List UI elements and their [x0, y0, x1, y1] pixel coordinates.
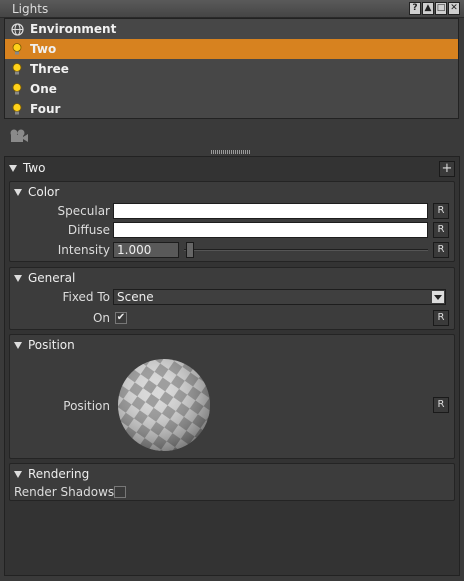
- diffuse-color-swatch[interactable]: [113, 222, 428, 238]
- intensity-input[interactable]: 1.000: [113, 242, 179, 258]
- intensity-slider-track[interactable]: [184, 249, 428, 251]
- expand-triangle-icon: [14, 470, 22, 478]
- section-title: General: [28, 271, 76, 285]
- diffuse-reset-button[interactable]: R: [433, 222, 449, 238]
- general-section-header[interactable]: General: [14, 271, 75, 285]
- panel-title: Two: [23, 161, 46, 175]
- light-item-label: Environment: [30, 22, 117, 36]
- add-button[interactable]: +: [439, 161, 455, 177]
- lights-list: Environment Two Three One Four: [4, 18, 459, 119]
- section-title: Position: [28, 338, 75, 352]
- on-checkbox[interactable]: ✔: [115, 312, 127, 324]
- chevron-down-icon: [432, 291, 444, 303]
- light-item-three[interactable]: Three: [5, 59, 458, 79]
- intensity-reset-button[interactable]: R: [433, 242, 449, 258]
- expand-triangle-icon: [14, 341, 22, 349]
- window-buttons: ? ▲ □ ✕: [409, 2, 460, 15]
- position-section: Position Position R: [9, 334, 455, 459]
- fixed-to-label: Fixed To: [62, 290, 110, 304]
- expand-triangle-icon: [14, 188, 22, 196]
- resize-grip[interactable]: [211, 150, 251, 154]
- section-title: Color: [28, 185, 60, 199]
- camera-icon[interactable]: [8, 128, 30, 147]
- position-label: Position: [63, 399, 110, 413]
- properties-panel: Two + Color Specular R Diffuse R Intensi…: [4, 156, 460, 576]
- color-section: Color Specular R Diffuse R Intensity 1.0…: [9, 181, 455, 262]
- position-sphere-widget[interactable]: [116, 357, 212, 453]
- rendering-section: Rendering Render Shadows: [9, 463, 455, 501]
- render-shadows-label: Render Shadows: [14, 485, 115, 499]
- bulb-icon: [9, 81, 25, 97]
- light-item-environment[interactable]: Environment: [5, 19, 458, 39]
- fixed-to-value: Scene: [117, 290, 154, 304]
- specular-label: Specular: [57, 204, 110, 218]
- fixed-to-select[interactable]: Scene: [113, 289, 446, 305]
- expand-triangle-icon: [14, 274, 22, 282]
- position-reset-button[interactable]: R: [433, 397, 449, 413]
- color-section-header[interactable]: Color: [14, 185, 59, 199]
- bulb-icon: [9, 41, 25, 57]
- help-button[interactable]: ?: [409, 2, 421, 15]
- float-button[interactable]: □: [435, 2, 447, 15]
- bulb-icon: [9, 101, 25, 117]
- intensity-slider-handle[interactable]: [186, 242, 194, 258]
- specular-color-swatch[interactable]: [113, 203, 428, 219]
- close-button[interactable]: ✕: [448, 2, 460, 15]
- diffuse-label: Diffuse: [67, 223, 110, 237]
- window-titlebar: Lights ? ▲ □ ✕: [0, 0, 464, 18]
- light-item-one[interactable]: One: [5, 79, 458, 99]
- bulb-icon: [9, 61, 25, 77]
- window-title: Lights: [12, 2, 49, 16]
- globe-icon: [9, 21, 25, 37]
- position-section-header[interactable]: Position: [14, 338, 75, 352]
- light-item-label: Two: [30, 42, 57, 56]
- on-label: On: [92, 311, 110, 325]
- general-section: General Fixed To Scene On ✔ R: [9, 267, 455, 330]
- on-reset-button[interactable]: R: [433, 310, 449, 326]
- panel-header[interactable]: Two: [9, 161, 46, 175]
- render-shadows-checkbox[interactable]: [114, 486, 126, 498]
- light-item-two[interactable]: Two: [5, 39, 458, 59]
- collapse-button[interactable]: ▲: [422, 2, 434, 15]
- section-title: Rendering: [28, 467, 90, 481]
- light-item-label: Four: [30, 102, 61, 116]
- expand-triangle-icon: [9, 164, 17, 172]
- rendering-section-header[interactable]: Rendering: [14, 467, 89, 481]
- light-item-label: Three: [30, 62, 69, 76]
- light-item-four[interactable]: Four: [5, 99, 458, 119]
- light-item-label: One: [30, 82, 57, 96]
- intensity-label: Intensity: [57, 243, 110, 257]
- specular-reset-button[interactable]: R: [433, 203, 449, 219]
